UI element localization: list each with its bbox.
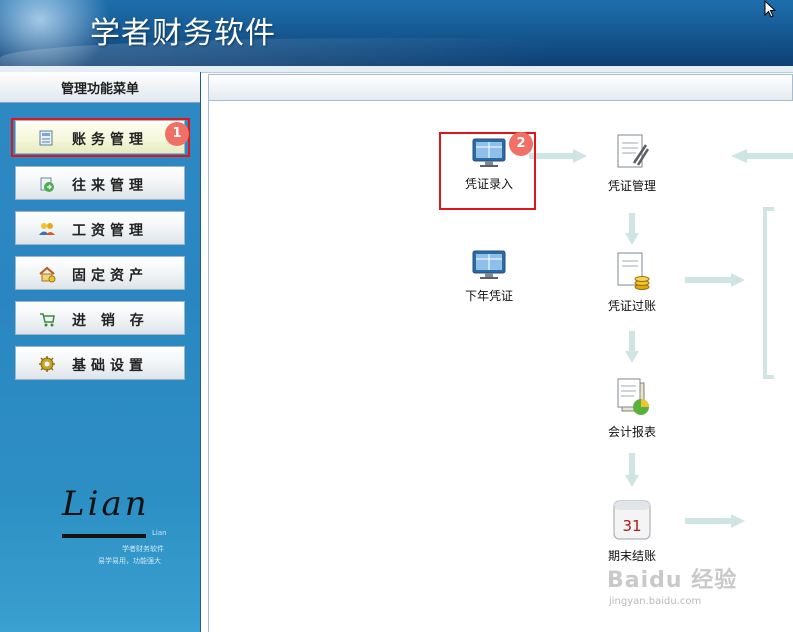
menu-button-basic-settings[interactable]: 基础设置 <box>15 346 185 380</box>
arrow-right-icon <box>685 514 745 528</box>
menu-button-inventory[interactable]: 进 销 存 <box>15 301 185 335</box>
logo-text: Lian <box>62 484 150 524</box>
highlight-box-1 <box>11 118 190 157</box>
step-badge-2: 2 <box>509 132 533 156</box>
watermark-url: jingyan.baidu.com <box>609 596 702 607</box>
node-accounting-reports[interactable]: 会计报表 <box>587 377 677 440</box>
sidebar-title-bar: 管理功能菜单 <box>0 72 200 103</box>
sidebar-title: 管理功能菜单 <box>60 82 139 97</box>
company-logo: Lian Lian 学者财务软件 易学易用，功能强大 <box>62 484 182 574</box>
watermark-logo: Baidu 经验 <box>607 568 738 593</box>
menu-label: 往来管理 <box>72 178 148 194</box>
arrow-down-icon <box>625 213 639 245</box>
cart-icon <box>40 313 55 327</box>
menu-label: 进 销 存 <box>72 313 149 329</box>
menu-button-fixed-assets[interactable]: 固定资产 <box>15 256 185 290</box>
house-icon <box>39 266 56 283</box>
menu-button-receivables[interactable]: 往来管理 <box>15 166 185 200</box>
mouse-cursor-icon <box>764 0 776 18</box>
node-label: 下年凭证 <box>464 289 513 303</box>
users-icon <box>39 223 55 235</box>
step-badge-1: 1 <box>165 122 189 146</box>
exchange-icon <box>40 177 54 192</box>
document-coins-icon <box>617 252 650 290</box>
monitor-icon <box>472 250 506 279</box>
node-next-year-voucher[interactable]: 下年凭证 <box>444 249 534 304</box>
arrow-right-icon <box>685 273 745 287</box>
arrow-left-icon <box>731 149 793 163</box>
calendar-icon: 31 <box>613 500 651 540</box>
document-clip-icon <box>617 134 650 168</box>
main-title-bar <box>208 74 793 101</box>
sidebar: 管理功能菜单 账务管理 往来管理 工资管理 固定资产 进 销 存 基础设置 1 … <box>0 72 201 632</box>
node-voucher-manage[interactable]: 凭证管理 <box>587 133 677 194</box>
node-label: 凭证管理 <box>607 179 656 193</box>
logo-small-text: Lian <box>152 529 167 537</box>
arrow-down-icon <box>625 331 639 363</box>
calendar-day: 31 <box>622 517 641 535</box>
node-voucher-posting[interactable]: 凭证过账 <box>587 251 677 314</box>
menu-label: 基础设置 <box>72 358 148 374</box>
menu-label: 工资管理 <box>72 223 148 239</box>
logo-subtitle-2: 易学易用，功能强大 <box>98 557 161 565</box>
menu-label: 固定资产 <box>72 268 148 284</box>
app-header: 学者财务软件 <box>0 0 793 66</box>
menu-button-payroll[interactable]: 工资管理 <box>15 211 185 245</box>
logo-subtitle-1: 学者财务软件 <box>122 545 164 553</box>
baidu-watermark: Baidu 经验 jingyan.baidu.com <box>607 548 793 632</box>
logo-underline <box>62 534 146 538</box>
arrow-right-icon <box>529 149 587 163</box>
gear-icon <box>39 356 55 372</box>
node-label: 凭证过账 <box>607 299 656 313</box>
app-title: 学者财务软件 <box>90 16 276 51</box>
node-label: 会计报表 <box>607 425 656 439</box>
arrow-down-icon <box>625 453 639 487</box>
main-panel: 凭证录入 2 凭证管理 下年凭证 凭证过账 会计报表 31 期末结账 Baidu… <box>208 101 793 632</box>
bracket-icon <box>763 207 774 379</box>
report-chart-icon <box>617 378 649 415</box>
